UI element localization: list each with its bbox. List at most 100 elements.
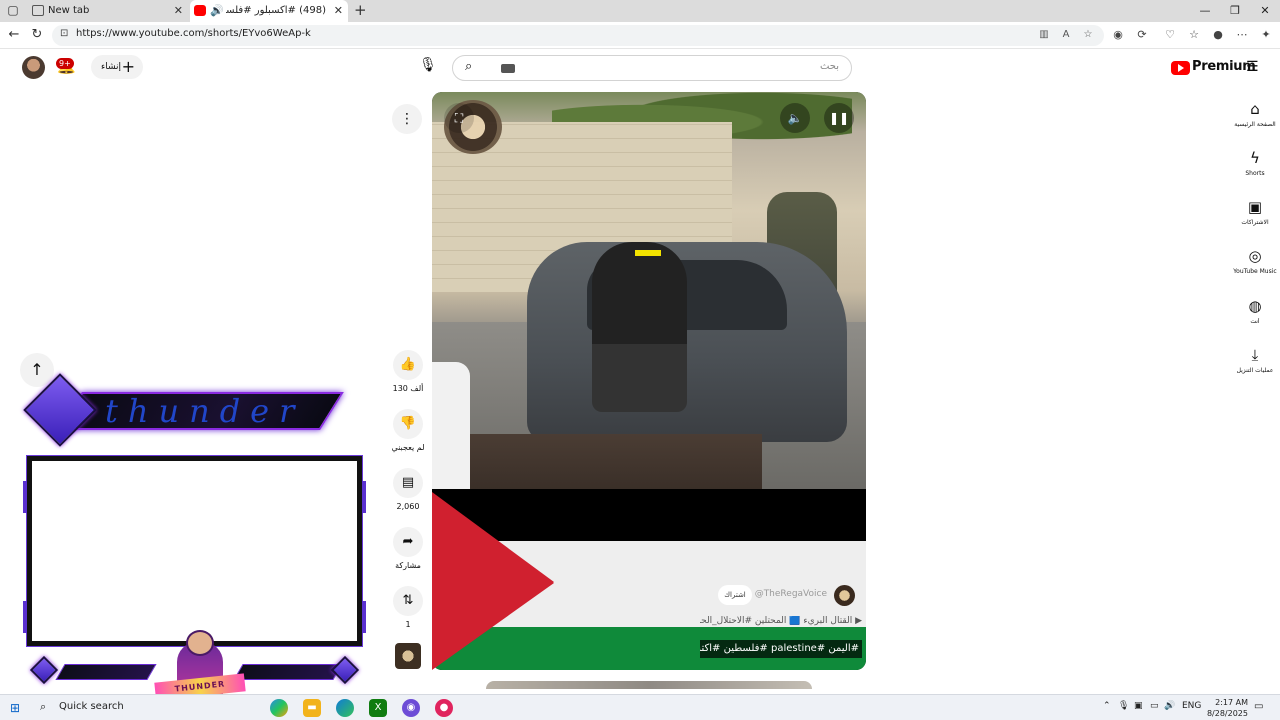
sound-thumbnail[interactable]	[395, 643, 421, 669]
more-options-icon[interactable]: ⋮	[392, 104, 422, 134]
tray-app-icon[interactable]: ▣	[1134, 701, 1143, 711]
site-info-icon[interactable]: ⊡	[60, 28, 68, 39]
comment-icon[interactable]: ▤	[393, 468, 423, 498]
taskbar-search-label[interactable]: Quick search	[59, 701, 124, 712]
windows-taskbar: ⊞ ⌕ Quick search ▬ X ◉ ● ⌃ 🎙 ▣ ▭ 🔊 ENG 2…	[0, 694, 1280, 720]
edge-browser-icon[interactable]	[336, 699, 354, 717]
profile-icon[interactable]: ●	[1210, 27, 1226, 43]
settings-more-icon[interactable]: ⋯	[1234, 27, 1250, 43]
you-icon: ◍	[1248, 297, 1262, 315]
short-hashtags-line[interactable]: #اليمن #palestine #فلسطين #اكتشاف ولكن	[700, 640, 862, 658]
windows-start-icon[interactable]: ⊞	[10, 701, 24, 715]
tab-close-icon[interactable]: ✕	[174, 0, 183, 22]
speaker-icon[interactable]: 🔊	[210, 0, 224, 22]
guide-menu-icon[interactable]: ☰	[1246, 60, 1262, 74]
pause-icon[interactable]: ❚❚	[824, 103, 854, 133]
media-app-icon[interactable]: ●	[435, 699, 453, 717]
xbox-icon[interactable]: X	[369, 699, 387, 717]
volume-tray-icon[interactable]: 🔊	[1164, 701, 1175, 711]
network-icon[interactable]: ▭	[1150, 701, 1159, 711]
fullscreen-icon[interactable]: ⛶	[444, 103, 474, 133]
restore-button[interactable]: ❐	[1220, 0, 1250, 22]
dislike-label: لم يعجبني	[391, 443, 425, 452]
browser-tab-strip: ▢ New tab ✕ 🔊 (498) #اكسبلور #فلسطين #غ …	[0, 0, 1280, 22]
browser-essentials-icon[interactable]: ♡	[1162, 27, 1178, 43]
remix-action[interactable]: ⇅ 1	[388, 586, 428, 629]
like-action[interactable]: 👍 130 ألف	[388, 350, 428, 393]
previous-short-arrow-icon[interactable]: ↑	[20, 353, 54, 387]
tray-chevron-icon[interactable]: ⌃	[1103, 701, 1111, 711]
video-frame	[432, 92, 866, 489]
read-aloud-icon[interactable]: A	[1058, 27, 1074, 43]
keyboard-icon[interactable]	[501, 64, 515, 73]
file-explorer-icon[interactable]: ▬	[303, 699, 321, 717]
microphone-tray-icon[interactable]: 🎙	[1118, 701, 1129, 711]
split-screen-icon[interactable]: ▥	[1036, 27, 1052, 43]
channel-handle[interactable]: @TheRegaVoice	[755, 589, 827, 599]
youtube-play-icon	[1171, 61, 1190, 75]
like-count: 130 ألف	[392, 384, 424, 393]
share-label: مشاركة	[395, 561, 421, 570]
guide-item-downloads[interactable]: ⤓ عمليات التنزيل	[1230, 345, 1280, 374]
youtube-masthead: 🔔 9+ إنشاء + 🎙 ⌕ بحث Premium ☰	[0, 49, 1280, 87]
favorites-icon[interactable]: ☆	[1186, 27, 1202, 43]
extensions-puzzle-icon[interactable]: ⟳	[1134, 27, 1150, 43]
address-bar[interactable]: ⊡ https://www.youtube.com/shorts/EYvo6We…	[52, 25, 1104, 46]
flag-red-triangle	[432, 492, 554, 670]
minimize-button[interactable]: —	[1190, 0, 1220, 22]
create-label: إنشاء	[101, 62, 122, 72]
refresh-icon[interactable]: ↻	[28, 26, 46, 44]
remix-count: 1	[405, 620, 411, 629]
guide-item-shorts[interactable]: ϟ Shorts	[1230, 148, 1280, 177]
system-clock[interactable]: 2:17 AM 8/28/2025	[1200, 697, 1248, 719]
close-window-button[interactable]: ✕	[1250, 0, 1280, 22]
remix-icon[interactable]: ⇅	[393, 586, 423, 616]
notification-center-icon[interactable]: ▭	[1254, 701, 1268, 715]
share-icon[interactable]: ➦	[393, 527, 423, 557]
discord-icon[interactable]: ◉	[402, 699, 420, 717]
tab-actions-icon[interactable]: ▢	[4, 3, 22, 19]
taskbar-search-icon[interactable]: ⌕	[40, 700, 46, 714]
language-indicator[interactable]: ENG	[1182, 701, 1201, 711]
tab-new-tab[interactable]: New tab ✕	[28, 0, 188, 22]
guide-item-subscriptions[interactable]: ▣ الاشتراكات	[1230, 197, 1280, 226]
guide-item-music[interactable]: ◎ YouTube Music	[1230, 246, 1280, 275]
account-avatar[interactable]	[22, 56, 45, 79]
next-short-preview[interactable]	[486, 681, 812, 689]
overlay-bottom-bar-left	[55, 664, 157, 680]
dislike-icon[interactable]: 👎	[393, 409, 423, 439]
back-arrow-icon[interactable]: ←	[5, 26, 23, 44]
guide-item-home[interactable]: ⌂ الصفحة الرئيسية	[1230, 99, 1280, 128]
channel-info: اشتراك @TheRegaVoice	[715, 585, 855, 606]
copilot-app-icon[interactable]	[270, 699, 288, 717]
like-icon[interactable]: 👍	[393, 350, 423, 380]
tab-close-icon[interactable]: ✕	[334, 0, 343, 22]
share-action[interactable]: ➦ مشاركة	[388, 527, 428, 570]
copilot-icon[interactable]: ✦	[1258, 27, 1274, 43]
subscribe-button[interactable]: اشتراك	[718, 585, 752, 605]
dislike-action[interactable]: 👎 لم يعجبني	[388, 409, 428, 452]
voice-search-mic-icon[interactable]: 🎙	[418, 57, 438, 79]
search-input[interactable]: ⌕ بحث	[452, 55, 852, 81]
volume-icon[interactable]: 🔈	[780, 103, 810, 133]
youtube-favicon-icon	[194, 5, 206, 16]
search-icon[interactable]: ⌕	[465, 59, 472, 74]
comments-action[interactable]: ▤ 2,060	[388, 468, 428, 511]
download-icon: ⤓	[1251, 346, 1259, 364]
overlay-diamond-right-icon	[330, 655, 360, 685]
channel-avatar[interactable]	[834, 585, 855, 606]
search-placeholder: بحث	[819, 61, 839, 72]
tab-title: (498) #اكسبلور #فلسطين #غ	[226, 5, 326, 16]
new-tab-button[interactable]: +	[354, 1, 367, 19]
overlay-bottom-bar-right	[233, 664, 343, 680]
extension-icon[interactable]: ◉	[1110, 27, 1126, 43]
overlay-brand-text: thunder	[105, 392, 305, 430]
new-tab-favicon-icon	[32, 5, 44, 16]
url-text[interactable]: https://www.youtube.com/shorts/EYvo6WeAp…	[76, 28, 311, 39]
favorite-star-icon[interactable]: ☆	[1080, 27, 1096, 43]
tab-youtube[interactable]: 🔊 (498) #اكسبلور #فلسطين #غ ✕	[190, 0, 348, 22]
short-title-line[interactable]: ▶ القتال البريء 🟦 المحتلين #الاحتلال_الح…	[700, 616, 862, 630]
create-button[interactable]: إنشاء +	[91, 55, 143, 79]
music-icon: ◎	[1248, 247, 1262, 265]
guide-item-you[interactable]: ◍ أنت	[1230, 296, 1280, 325]
